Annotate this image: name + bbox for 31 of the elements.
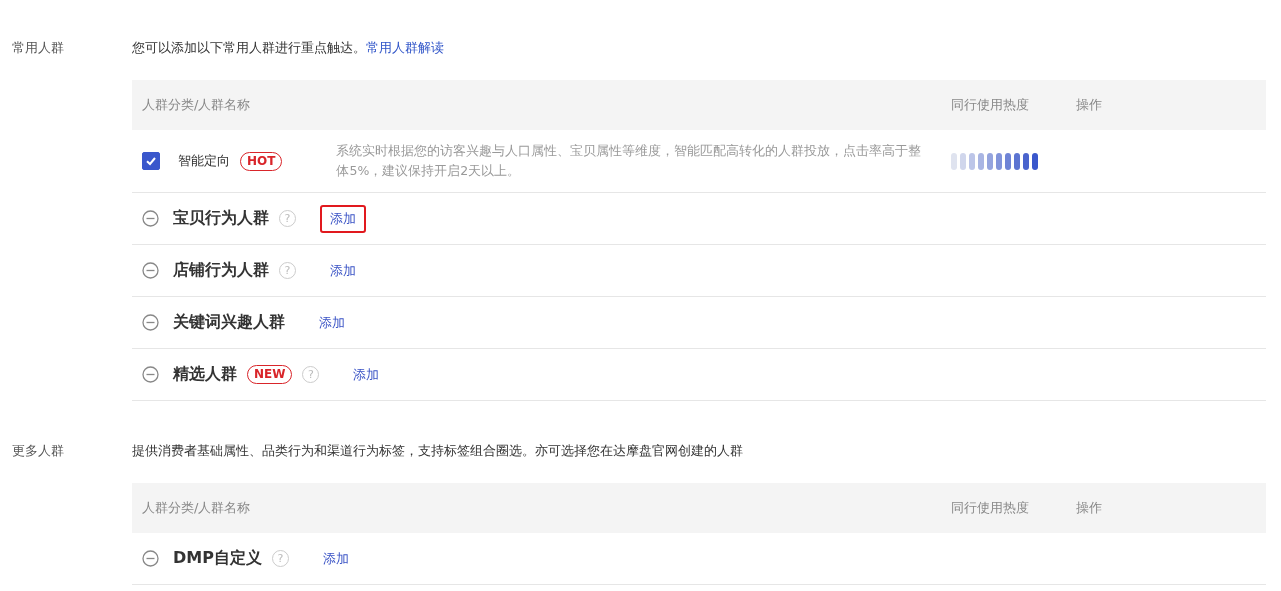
check-icon	[145, 155, 157, 167]
column-header: 同行使用热度	[951, 96, 1030, 114]
help-link[interactable]: 常用人群解读	[366, 40, 444, 55]
group-name: 精选人群	[173, 364, 237, 385]
column-header: 同行使用热度	[951, 499, 1030, 517]
column-header: 操作	[1076, 499, 1103, 517]
collapse-icon[interactable]	[142, 550, 159, 567]
section-label: 更多人群	[12, 442, 65, 460]
collapse-icon[interactable]	[142, 366, 159, 383]
column-header: 人群分类/人群名称	[142, 499, 252, 517]
add-link[interactable]: 添加	[312, 544, 359, 573]
option-name: 智能定向	[178, 152, 230, 170]
add-link[interactable]: 添加	[320, 204, 366, 233]
collapse-icon[interactable]	[142, 262, 159, 279]
option-description: 系统实时根据您的访客兴趣与人口属性、宝贝属性等维度，智能匹配高转化的人群投放，点击率高于整体5%，建议保持开启2天以上。	[336, 142, 923, 180]
group-name: 宝贝行为人群	[173, 208, 269, 229]
column-header: 操作	[1076, 96, 1103, 114]
add-link[interactable]: 添加	[309, 308, 355, 337]
group-name: DMP自定义	[173, 548, 262, 569]
section-description: 提供消费者基础属性、品类行为和渠道行为标签，支持标签组合圈选。亦可选择您在达摩盘官网创建的人群	[132, 442, 744, 460]
group-name: 店铺行为人群	[173, 260, 269, 281]
column-header: 人群分类/人群名称	[142, 96, 252, 114]
collapse-icon[interactable]	[142, 314, 159, 331]
section-description: 您可以添加以下常用人群进行重点触达。常用人群解读	[132, 39, 445, 57]
add-link[interactable]: 添加	[320, 256, 366, 285]
group-name: 关键词兴趣人群	[173, 312, 285, 333]
checkbox[interactable]	[142, 152, 160, 170]
add-link[interactable]: 添加	[343, 360, 390, 389]
collapse-icon[interactable]	[142, 210, 159, 227]
section-label: 常用人群	[12, 39, 65, 57]
heat-bars-icon	[951, 152, 1038, 170]
